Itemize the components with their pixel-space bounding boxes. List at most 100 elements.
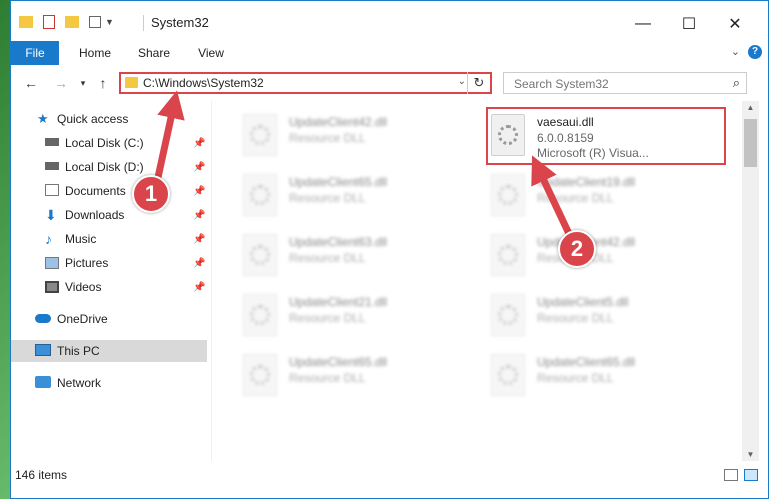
file-item[interactable]: UpdateClient19.dll Resource DLL [479, 169, 714, 221]
address-bar[interactable]: C:\Windows\System32 ⌄ ↻ [119, 72, 492, 94]
scrollbar-thumb[interactable] [744, 119, 757, 167]
file-name: UpdateClient5.dll [537, 295, 629, 309]
scroll-up-icon[interactable]: ▲ [742, 103, 759, 112]
file-item[interactable]: UpdateClient65.dll Resource DLL [231, 349, 466, 401]
navigation-pane: ★ Quick access Local Disk (C:) 📌 Local D… [11, 101, 207, 461]
large-icons-view-icon[interactable] [744, 469, 758, 481]
address-path: C:\Windows\System32 [143, 76, 264, 90]
network-icon [35, 376, 51, 388]
star-icon: ★ [37, 111, 49, 126]
dll-file-icon [491, 354, 525, 396]
sidebar-item-downloads[interactable]: ⬇ Downloads 📌 [11, 204, 207, 226]
file-name: UpdateClient21.dll [289, 295, 388, 309]
pin-icon[interactable]: 📌 [193, 162, 205, 173]
help-button[interactable]: ? [748, 45, 762, 59]
file-item[interactable]: UpdateClient42.dll Resource DLL [231, 109, 466, 161]
file-list: UpdateClient42.dll Resource DLL UpdateCl… [221, 101, 741, 461]
search-input[interactable] [512, 74, 716, 94]
sidebar-item-label: Pictures [65, 256, 109, 270]
sidebar-item-onedrive[interactable]: OneDrive [11, 308, 207, 330]
forward-button[interactable]: → [51, 73, 71, 93]
dll-file-icon [243, 234, 277, 276]
videos-icon [45, 281, 59, 293]
tab-view[interactable]: View [191, 41, 231, 65]
window-title: System32 [151, 15, 209, 30]
sidebar-item-label: Local Disk (D:) [65, 160, 144, 174]
dll-file-icon [243, 294, 277, 336]
address-dropdown-icon[interactable]: ⌄ [458, 76, 466, 87]
drive-icon [45, 162, 59, 170]
sidebar-item-quick-access[interactable]: ★ Quick access [11, 108, 207, 130]
sidebar-item-label: Quick access [57, 112, 129, 126]
refresh-button[interactable]: ↻ [467, 72, 490, 94]
vertical-scrollbar[interactable]: ▲ ▼ [742, 101, 759, 461]
drive-icon [45, 138, 59, 146]
pin-icon[interactable]: 📌 [193, 210, 205, 221]
sidebar-item-videos[interactable]: Videos 📌 [11, 276, 207, 298]
recent-locations-button[interactable]: ▾ [73, 73, 93, 93]
file-name: UpdateClient42.dll [289, 115, 388, 129]
title-divider [143, 15, 144, 31]
pin-icon[interactable]: 📌 [193, 282, 205, 293]
expand-ribbon-icon[interactable]: ⌄ [731, 45, 740, 58]
sidebar-item-this-pc[interactable]: This PC [11, 340, 207, 362]
dll-file-icon [491, 234, 525, 276]
pictures-icon [45, 257, 59, 269]
file-item[interactable]: UpdateClient63.dll Resource DLL [231, 229, 466, 281]
tab-file[interactable]: File [11, 41, 59, 65]
folder-icon[interactable] [19, 16, 33, 28]
sidebar-item-network[interactable]: Network [11, 372, 207, 394]
dll-file-icon [243, 174, 277, 216]
close-button[interactable]: ✕ [713, 9, 757, 39]
pin-icon[interactable]: 📌 [193, 234, 205, 245]
sidebar-item-pictures[interactable]: Pictures 📌 [11, 252, 207, 274]
file-item[interactable]: UpdateClient42.dll Resource DLL [479, 229, 714, 281]
file-name: UpdateClient19.dll [537, 175, 636, 189]
back-button[interactable]: ← [21, 73, 41, 93]
tab-home[interactable]: Home [75, 41, 115, 65]
new-folder-icon[interactable] [65, 16, 79, 28]
file-type: Resource DLL [289, 251, 366, 265]
sidebar-item-label: Documents [65, 184, 126, 198]
file-explorer-window: ▼ System32 — ☐ ✕ File Home Share View ⌄ … [10, 0, 769, 499]
properties-icon[interactable] [43, 15, 55, 29]
minimize-button[interactable]: — [621, 9, 665, 39]
dll-file-icon [491, 174, 525, 216]
pane-divider [211, 101, 212, 461]
pin-icon[interactable]: 📌 [193, 258, 205, 269]
up-button[interactable]: ↑ [93, 73, 113, 93]
file-type: Resource DLL [537, 311, 614, 325]
dropdown-arrow-icon[interactable]: ▼ [105, 17, 114, 27]
file-item[interactable]: UpdateClient65.dll Resource DLL [231, 169, 466, 221]
details-view-icon[interactable] [724, 469, 738, 481]
title-bar: ▼ System32 — ☐ ✕ [11, 1, 768, 41]
scroll-down-icon[interactable]: ▼ [742, 450, 759, 459]
file-name: UpdateClient65.dll [537, 355, 636, 369]
tab-share[interactable]: Share [133, 41, 175, 65]
customize-icon[interactable] [89, 16, 101, 28]
pin-icon[interactable]: 📌 [193, 186, 205, 197]
file-item[interactable]: UpdateClient65.dll Resource DLL [479, 349, 714, 401]
sidebar-item-label: OneDrive [57, 312, 108, 326]
search-box[interactable]: ⌕ [503, 72, 747, 94]
file-type: Resource DLL [289, 191, 366, 205]
sidebar-item-label: Network [57, 376, 102, 390]
ribbon-tabs: File Home Share View ⌄ ? [11, 41, 768, 66]
file-item[interactable]: UpdateClient21.dll Resource DLL [231, 289, 466, 341]
step-2-badge: 2 [558, 230, 596, 268]
cloud-icon [35, 314, 51, 323]
file-name: UpdateClient63.dll [289, 235, 388, 249]
file-item[interactable]: UpdateClient5.dll Resource DLL [479, 289, 714, 341]
file-type: Resource DLL [537, 371, 614, 385]
documents-icon [45, 184, 59, 196]
navigation-bar: ← → ▾ ↑ C:\Windows\System32 ⌄ ↻ ⌕ [11, 65, 768, 101]
pin-icon[interactable]: 📌 [193, 138, 205, 149]
dll-file-icon [243, 354, 277, 396]
maximize-button[interactable]: ☐ [667, 9, 711, 39]
sidebar-item-label: Music [65, 232, 97, 246]
sidebar-item-local-disk-d[interactable]: Local Disk (D:) 📌 [11, 156, 207, 178]
sidebar-item-local-disk-c[interactable]: Local Disk (C:) 📌 [11, 132, 207, 154]
sidebar-item-music[interactable]: ♪ Music 📌 [11, 228, 207, 250]
download-icon: ⬇ [45, 207, 57, 223]
sidebar-item-documents[interactable]: Documents 📌 [11, 180, 207, 202]
